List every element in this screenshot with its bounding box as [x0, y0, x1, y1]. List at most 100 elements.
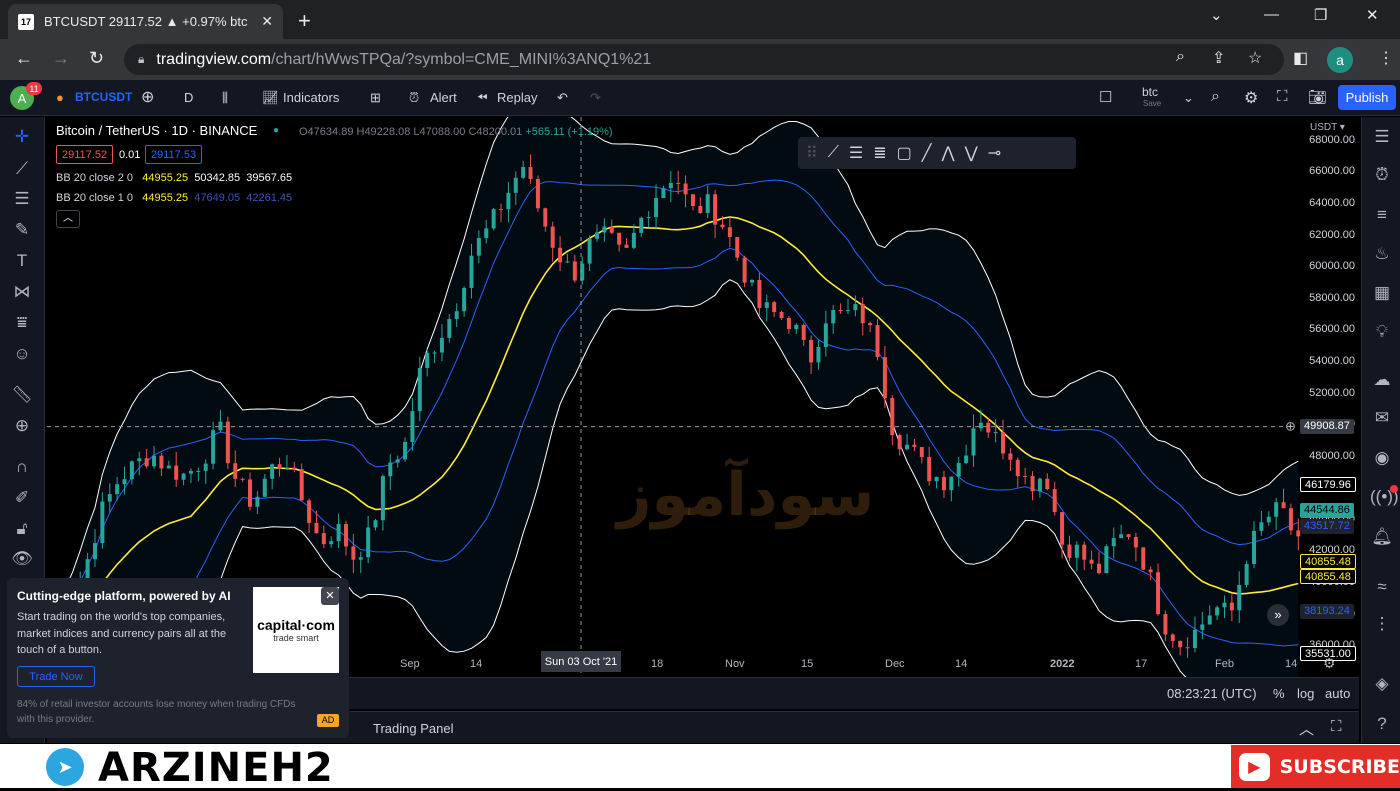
collapse-legend-button[interactable]: ︿ — [56, 210, 80, 228]
lock-icon[interactable]: 🔓︎ — [10, 519, 34, 539]
candle-body — [1096, 563, 1101, 574]
trading-panel-tab[interactable]: Trading Panel — [373, 721, 453, 736]
layers-icon[interactable]: ◈ — [1370, 674, 1394, 694]
chevron-up-icon[interactable]: ︿ — [1299, 718, 1314, 739]
fib-channel-icon[interactable]: ≣ — [873, 143, 886, 163]
pattern-icon[interactable]: ⋈ — [10, 282, 34, 302]
help-icon[interactable]: ? — [1370, 714, 1394, 734]
log-toggle[interactable]: log — [1297, 686, 1314, 701]
rectangle-icon[interactable]: ▢ — [897, 143, 912, 163]
scroll-to-realtime-icon[interactable]: » — [1267, 604, 1289, 626]
forecast-icon[interactable]: ⩸ — [10, 313, 34, 333]
buy-button[interactable]: 29117.53 — [145, 145, 203, 164]
chart-settings-icon[interactable]: ⚙ — [1323, 655, 1336, 672]
chats-icon[interactable]: ☁ — [1370, 370, 1394, 390]
url-field[interactable]: 🔒︎ tradingview.com /chart/hWwsTPQa/?symb… — [124, 44, 1284, 75]
zoom-in-icon[interactable]: ⊕ — [10, 416, 34, 436]
horizontal-ray-icon[interactable]: ⊸ — [988, 143, 1001, 163]
text-icon[interactable]: T — [10, 251, 34, 271]
redo-icon[interactable]: ↷ — [590, 90, 601, 106]
layout-icon[interactable]: ☐ — [1099, 88, 1112, 106]
hotlist-icon[interactable]: ♨ — [1370, 244, 1394, 264]
trendline-icon[interactable]: ⟋ — [10, 159, 34, 179]
undo-icon[interactable]: ↶ — [557, 90, 568, 106]
layout-save-status[interactable]: Save — [1143, 99, 1161, 108]
reload-icon[interactable]: ↻ — [89, 48, 104, 69]
close-window-button[interactable]: ✕ — [1366, 6, 1379, 24]
alerts-clock-icon[interactable]: ⏰︎ — [1370, 165, 1394, 185]
menu-dots-icon[interactable]: ⋮ — [1378, 48, 1394, 68]
auto-toggle[interactable]: auto — [1325, 686, 1350, 701]
candle-body — [727, 227, 732, 238]
tab-search-icon[interactable]: ⌄ — [1210, 6, 1223, 24]
close-icon[interactable]: ✕ — [321, 587, 339, 605]
minimize-button[interactable]: — — [1264, 6, 1279, 23]
profile-avatar[interactable]: a — [1327, 47, 1353, 73]
layout-name[interactable]: btc — [1142, 85, 1158, 99]
brush-icon[interactable]: ✎ — [10, 220, 34, 240]
object-tree-icon[interactable]: ⋮ — [1370, 614, 1394, 634]
browser-tab[interactable]: 17 BTCUSDT 29117.52 ▲ +0.97% btc ✕ — [8, 4, 283, 39]
close-tab-icon[interactable]: ✕ — [261, 13, 273, 30]
restore-button[interactable]: ❐ — [1314, 6, 1327, 24]
candle-body — [683, 183, 688, 195]
indicators-button[interactable]: Indicators — [283, 90, 339, 105]
search-icon[interactable]: ⌕ — [1211, 88, 1220, 106]
percent-toggle[interactable]: % — [1273, 686, 1285, 701]
fullscreen-icon[interactable]: ⛶ — [1277, 88, 1288, 105]
bb-legend-1[interactable]: BB 20 close 2 0 44955.25 50342.85 39567.… — [56, 172, 292, 184]
pine-icon[interactable]: ≈ — [1370, 577, 1394, 597]
currency-dropdown[interactable]: USDT ▾ — [1310, 122, 1345, 133]
zoom-icon[interactable]: ⌕ — [1176, 48, 1185, 66]
maximize-panel-icon[interactable]: ⛶ — [1331, 718, 1342, 735]
subscribe-button[interactable]: ▶ SUBSCRIBE — [1231, 745, 1400, 788]
candle-body — [993, 432, 998, 434]
alert-button[interactable]: Alert — [430, 90, 457, 105]
forward-icon[interactable]: → — [52, 48, 70, 69]
interval-button[interactable]: D — [184, 90, 193, 105]
ruler-icon[interactable]: 📏︎ — [10, 385, 34, 405]
replay-button[interactable]: Replay — [497, 90, 537, 105]
side-panel-icon[interactable]: ◧ — [1293, 48, 1308, 68]
camera-icon[interactable]: 📷︎ — [1308, 88, 1327, 106]
candle-body — [358, 557, 363, 560]
watchlist-icon[interactable]: ☰ — [1370, 127, 1394, 147]
sell-button[interactable]: 29117.52 — [56, 145, 114, 164]
templates-icon[interactable]: ⊞ — [370, 90, 381, 106]
emoji-icon[interactable]: ☺ — [10, 344, 34, 364]
eye-icon[interactable]: 👁︎ — [10, 549, 34, 569]
settings-gear-icon[interactable]: ⚙ — [1244, 88, 1258, 108]
streams-icon[interactable]: ◉ — [1370, 448, 1394, 468]
trade-now-button[interactable]: Trade Now — [17, 666, 95, 687]
publish-button[interactable]: Publish — [1338, 85, 1396, 110]
magnet-icon[interactable]: ∩ — [10, 457, 34, 477]
symbol-search[interactable]: BTCUSDT — [75, 90, 132, 104]
candle-body — [1119, 534, 1124, 539]
lock-drawings-icon[interactable]: ✐ — [10, 488, 34, 508]
candles-icon[interactable]: ⫼ — [222, 90, 228, 106]
line-icon[interactable]: ╱ — [922, 143, 932, 163]
bb-lower: 42261.45 — [246, 192, 293, 204]
star-icon[interactable]: ☆ — [1248, 48, 1262, 68]
messages-icon[interactable]: ✉ — [1370, 408, 1394, 428]
trend-angle-icon[interactable]: ⟋ — [828, 144, 839, 162]
notifications-bell-icon[interactable]: 🔔︎ — [1370, 527, 1394, 547]
candle-body — [329, 541, 334, 545]
data-window-icon[interactable]: ≡ — [1370, 205, 1394, 225]
layout-dropdown-icon[interactable]: ⌄ — [1183, 90, 1194, 106]
fib-icon[interactable]: ☰ — [10, 189, 34, 209]
crosshair-icon[interactable]: ✛ — [10, 127, 34, 147]
bb-legend-2[interactable]: BB 20 close 1 0 44955.25 47649.05 42261.… — [56, 192, 292, 204]
new-tab-button[interactable]: + — [298, 8, 311, 34]
elliott-wave-icon[interactable]: ⋀ — [941, 143, 954, 163]
back-icon[interactable]: ← — [15, 48, 33, 69]
calendar-icon[interactable]: ▦ — [1370, 283, 1394, 303]
abc-pattern-icon[interactable]: ⋁ — [965, 143, 978, 163]
compare-symbol-icon[interactable]: ⊕ — [141, 87, 154, 107]
parallel-channel-icon[interactable]: ☰ — [849, 143, 863, 163]
candle-body — [823, 323, 828, 347]
utc-clock[interactable]: 08:23:21 (UTC) — [1167, 686, 1257, 701]
share-icon[interactable]: ⇪ — [1212, 48, 1225, 68]
ideas-icon[interactable]: 💡︎ — [1370, 322, 1394, 342]
drag-handle-icon[interactable]: ⠿ — [806, 143, 818, 163]
